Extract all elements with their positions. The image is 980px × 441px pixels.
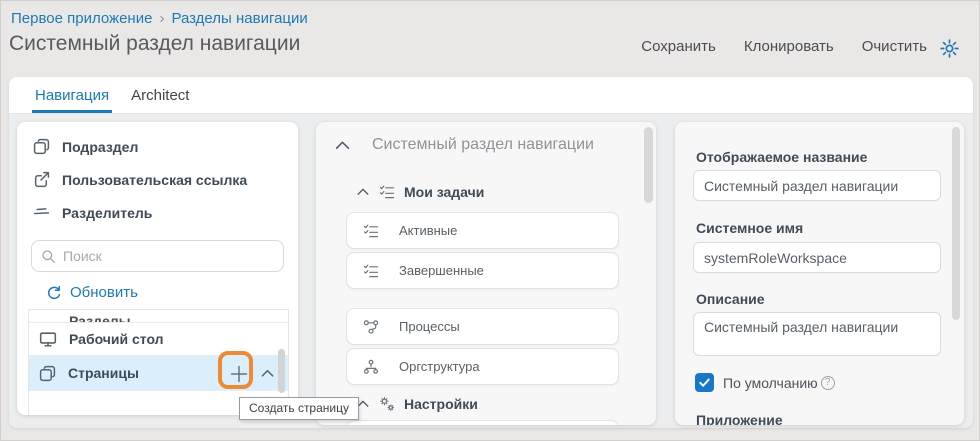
desktop-icon <box>39 330 57 348</box>
subsection-icon <box>33 138 50 155</box>
display-name-label: Отображаемое название <box>696 149 868 165</box>
clone-button[interactable]: Клонировать <box>744 38 834 55</box>
breadcrumb-nav-sections[interactable]: Разделы навигации <box>171 10 307 27</box>
application-label: Приложение <box>696 412 783 425</box>
palette-item-divider[interactable]: Разделитель <box>17 196 298 229</box>
settings-gear-icon[interactable] <box>939 38 960 59</box>
display-name-input[interactable] <box>693 170 941 201</box>
palette-item-label: Подраздел <box>62 138 139 155</box>
canvas-section-title: Системный раздел навигации <box>372 136 594 153</box>
default-checkbox-label[interactable]: По умолчанию <box>723 375 818 391</box>
header-actions: Сохранить Клонировать Очистить <box>641 38 927 55</box>
canvas-card-orgstructure[interactable]: Оргструктура <box>346 348 619 385</box>
collapse-pages-icon[interactable] <box>260 366 275 381</box>
external-link-icon <box>33 171 50 188</box>
list-item-label: Рабочий стол <box>69 331 164 347</box>
canvas-card-active[interactable]: Активные <box>346 212 619 249</box>
tasks-icon <box>363 263 379 279</box>
content-card: Навигация Architect Подраздел Пользовате… <box>9 77 973 428</box>
list-item-label: Разделы <box>69 313 131 323</box>
breadcrumb-first-app[interactable]: Первое приложение <box>11 10 152 27</box>
palette-item-label: Пользовательская ссылка <box>62 171 248 188</box>
refresh-link[interactable]: Обновить <box>46 284 138 301</box>
search-icon <box>41 249 56 264</box>
group-label: Настройки <box>404 396 478 412</box>
refresh-icon <box>46 285 62 301</box>
group-label: Мои задачи <box>404 184 485 200</box>
app-window: Первое приложение › Разделы навигации Си… <box>0 0 980 441</box>
canvas-card-label: Завершенные <box>399 263 484 278</box>
list-item-clipped[interactable]: Разделы <box>29 310 288 323</box>
breadcrumb: Первое приложение › Разделы навигации <box>11 10 308 27</box>
default-checkbox[interactable] <box>695 373 714 392</box>
canvas-card-label: Оргструктура <box>399 359 480 374</box>
properties-scrollbar-thumb[interactable] <box>952 127 960 320</box>
canvas-card-label: Процессы <box>399 319 460 334</box>
canvas-card-done[interactable]: Завершенные <box>346 252 619 289</box>
process-icon <box>363 319 379 335</box>
properties-panel: Отображаемое название Системное имя Опис… <box>675 122 964 425</box>
clear-button[interactable]: Очистить <box>862 38 927 55</box>
list-item-label: Страницы <box>68 365 139 381</box>
canvas-scrollbar-thumb[interactable] <box>644 127 653 203</box>
tasks-icon <box>379 184 395 200</box>
tab-architect[interactable]: Architect <box>120 77 200 113</box>
org-structure-icon <box>363 359 379 375</box>
search-input[interactable] <box>63 248 274 264</box>
palette-scrollbar-thumb[interactable] <box>278 349 285 393</box>
canvas-header: Системный раздел навигации <box>334 136 594 154</box>
save-button[interactable]: Сохранить <box>641 38 716 55</box>
palette-panel: Подраздел Пользовательская ссылка Раздел… <box>17 122 298 415</box>
system-name-label: Системное имя <box>696 220 804 236</box>
canvas-panel: Системный раздел навигации Мои задачи Ак… <box>316 122 656 425</box>
system-name-input[interactable] <box>693 242 941 273</box>
tab-bar: Навигация Architect <box>9 77 973 114</box>
palette-item-label: Разделитель <box>62 204 153 221</box>
canvas-card-label: Активные <box>399 223 458 238</box>
list-item-desktop[interactable]: Рабочий стол <box>29 323 288 356</box>
collapse-section-icon[interactable] <box>334 137 351 154</box>
tasks-icon <box>363 223 379 239</box>
palette-item-subsection[interactable]: Подраздел <box>17 130 298 163</box>
help-icon[interactable] <box>820 375 835 390</box>
page-title: Системный раздел навигации <box>9 32 301 55</box>
canvas-card-clipped[interactable] <box>346 420 619 425</box>
default-checkbox-row: По умолчанию <box>695 373 835 392</box>
group-my-tasks[interactable]: Мои задачи <box>356 184 484 200</box>
gears-icon <box>379 396 395 412</box>
refresh-label: Обновить <box>70 284 138 301</box>
create-page-button[interactable] <box>225 360 252 387</box>
palette-item-user-link[interactable]: Пользовательская ссылка <box>17 163 298 196</box>
description-label: Описание <box>696 291 765 307</box>
pages-icon <box>39 365 56 382</box>
list-item-pages[interactable]: Страницы <box>29 356 288 391</box>
collapse-group-icon[interactable] <box>356 185 370 199</box>
canvas-card-processes[interactable]: Процессы <box>346 308 619 345</box>
create-page-tooltip: Создать страницу <box>239 397 359 420</box>
divider-icon <box>33 204 50 221</box>
palette-list: Подраздел Пользовательская ссылка Раздел… <box>17 122 298 229</box>
tab-navigation[interactable]: Навигация <box>24 77 120 113</box>
search-box <box>31 240 284 272</box>
group-settings[interactable]: Настройки <box>356 396 478 412</box>
description-textarea[interactable]: Системный раздел навигации <box>693 312 941 356</box>
breadcrumb-separator-icon: › <box>159 10 165 27</box>
